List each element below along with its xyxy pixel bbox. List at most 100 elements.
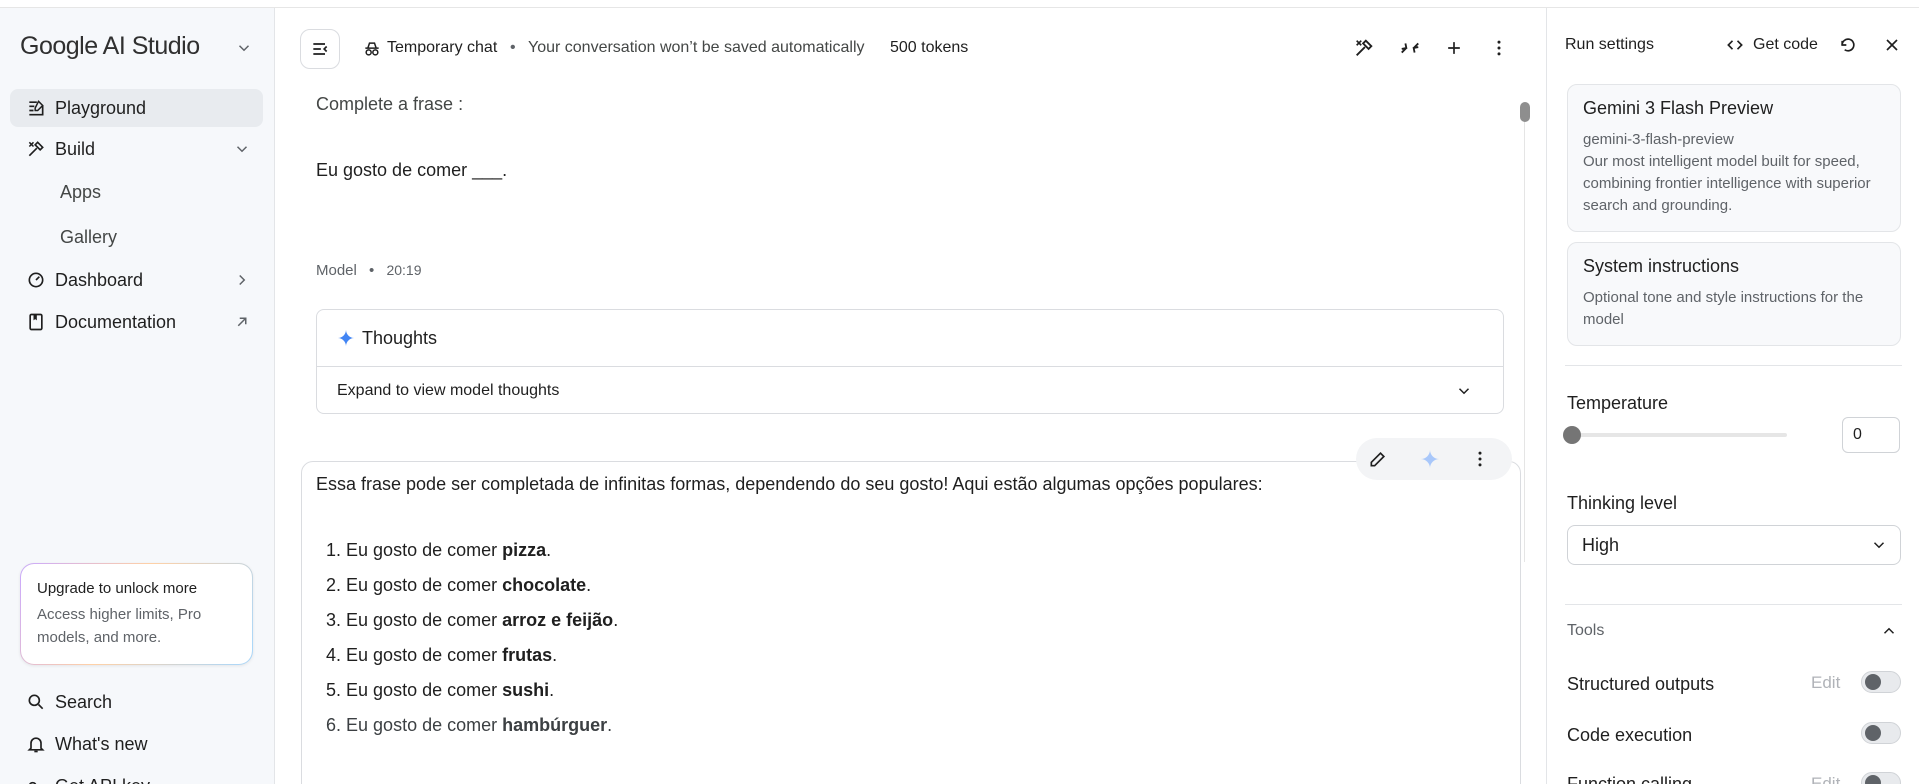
- separator-dot: •: [510, 39, 516, 56]
- chat-toolbar: Temporary chat • Your conversation won’t…: [276, 8, 1546, 88]
- sidebar-item-label: Playground: [55, 97, 147, 118]
- model-selector-card[interactable]: Gemini 3 Flash Preview gemini-3-flash-pr…: [1567, 84, 1901, 232]
- chevron-down-icon[interactable]: [1455, 382, 1473, 400]
- list-item: 5. Eu gosto de comer sushi.: [326, 680, 555, 700]
- user-message-line2: Eu gosto de comer ___.: [316, 160, 508, 180]
- model-name: Gemini 3 Flash Preview: [1583, 98, 1774, 118]
- brand-title: Google AI Studio: [20, 32, 200, 60]
- sidebar-item-dashboard[interactable]: Dashboard: [10, 261, 263, 299]
- upgrade-title: Upgrade to unlock more: [37, 580, 198, 597]
- build-icon: [26, 139, 46, 159]
- divider: [1565, 604, 1902, 605]
- code-execution-label: Code execution: [1567, 725, 1693, 745]
- chat-type-label: Temporary chat: [387, 39, 498, 56]
- response-actions: [1356, 438, 1512, 480]
- function-calling-toggle[interactable]: [1861, 772, 1901, 784]
- sidebar-item-label: Dashboard: [55, 269, 144, 290]
- tools-label: Tools: [1567, 622, 1605, 639]
- sidebar-item-playground[interactable]: Playground: [10, 89, 263, 127]
- function-calling-edit[interactable]: Edit: [1811, 774, 1840, 784]
- compress-icon[interactable]: [1390, 28, 1430, 68]
- sidebar-item-build[interactable]: Build: [10, 130, 263, 168]
- sidebar-item-whats-new[interactable]: What's new: [10, 725, 263, 763]
- system-instructions-title: System instructions: [1583, 256, 1740, 276]
- chevron-up-icon[interactable]: [1880, 622, 1898, 640]
- thinking-level-select[interactable]: High: [1567, 525, 1901, 565]
- more-vert-icon[interactable]: [1470, 449, 1490, 469]
- divider: [1565, 365, 1902, 366]
- temperature-slider[interactable]: [1567, 433, 1787, 437]
- playground-icon: [26, 98, 46, 118]
- sidebar-item-documentation[interactable]: Documentation: [10, 303, 263, 341]
- sidebar-item-label: Search: [55, 691, 113, 712]
- thoughts-panel[interactable]: Thoughts Expand to view model thoughts: [316, 309, 1504, 414]
- list-item: 6. Eu gosto de comer hambúrguer.: [326, 715, 613, 735]
- sparkle-icon[interactable]: [1420, 449, 1440, 469]
- compare-mode-button[interactable]: [1344, 28, 1384, 68]
- run-settings-title: Run settings: [1565, 36, 1654, 53]
- sidebar-item-label: What's new: [55, 733, 148, 754]
- get-code-button[interactable]: Get code: [1725, 35, 1818, 55]
- sidebar-item-gallery[interactable]: Gallery: [60, 227, 117, 248]
- reset-settings-icon[interactable]: [1838, 35, 1858, 55]
- chevron-down-icon: [1870, 536, 1888, 554]
- sidebar-item-label: Build: [55, 138, 96, 159]
- thoughts-title: Thoughts: [362, 328, 438, 348]
- window-top-edge: [0, 0, 1919, 8]
- scrollbar-track: [1524, 122, 1525, 562]
- new-chat-button[interactable]: [1434, 28, 1474, 68]
- close-icon[interactable]: [1882, 35, 1902, 55]
- model-id: gemini-3-flash-preview: [1583, 131, 1734, 148]
- structured-outputs-edit[interactable]: Edit: [1811, 673, 1840, 693]
- model-description: Our most intelligent model built for spe…: [1583, 153, 1871, 214]
- temperature-input[interactable]: 0: [1842, 417, 1900, 453]
- edit-icon[interactable]: [1368, 449, 1388, 469]
- structured-outputs-label: Structured outputs: [1567, 674, 1715, 694]
- chevron-down-icon[interactable]: [235, 39, 253, 57]
- more-vert-icon[interactable]: [1479, 28, 1519, 68]
- sidebar-item-search[interactable]: Search: [10, 683, 263, 721]
- thinking-level-label: Thinking level: [1567, 493, 1678, 513]
- chevron-down-icon: [233, 140, 251, 158]
- token-count: 500 tokens: [890, 39, 969, 56]
- upgrade-card[interactable]: Upgrade to unlock more Access higher lim…: [20, 563, 253, 665]
- key-icon: [26, 776, 46, 784]
- list-item: 4. Eu gosto de comer frutas.: [326, 645, 558, 665]
- function-calling-label: Function calling: [1567, 774, 1693, 784]
- chevron-right-icon: [233, 271, 251, 289]
- model-label: Model: [316, 262, 357, 279]
- list-item: 2. Eu gosto de comer chocolate.: [326, 575, 592, 595]
- dashboard-icon: [26, 270, 46, 290]
- chat-note: Your conversation won’t be saved automat…: [528, 39, 865, 56]
- external-link-icon: [233, 313, 251, 331]
- temperature-label: Temperature: [1567, 393, 1669, 413]
- thoughts-expand-label: Expand to view model thoughts: [337, 382, 560, 399]
- sidebar-item-label: Get API key: [55, 776, 150, 784]
- response-intro: Essa frase pode ser completada de infini…: [316, 474, 1263, 494]
- search-icon: [26, 692, 46, 712]
- sparkle-icon: [337, 329, 355, 347]
- thoughts-header: Thoughts: [317, 310, 1503, 367]
- scrollbar-thumb[interactable]: [1520, 102, 1530, 122]
- sidebar-item-label: Documentation: [55, 311, 177, 332]
- toggle-sidebar-button[interactable]: [300, 29, 340, 69]
- model-time: 20:19: [386, 262, 422, 278]
- incognito-icon: [362, 39, 382, 59]
- system-instructions-desc: Optional tone and style instructions for…: [1583, 289, 1864, 328]
- temperature-slider-handle[interactable]: [1563, 426, 1581, 444]
- code-execution-toggle[interactable]: [1861, 722, 1901, 744]
- book-icon: [26, 312, 46, 332]
- sidebar: Google AI Studio Playground Build Apps G…: [0, 8, 275, 784]
- model-meta: Model • 20:19: [316, 262, 422, 279]
- system-instructions-card[interactable]: System instructions Optional tone and st…: [1567, 242, 1901, 346]
- list-item: 1. Eu gosto de comer pizza.: [326, 540, 552, 560]
- upgrade-text: Access higher limits, Pro models, and mo…: [37, 606, 202, 646]
- code-icon: [1725, 35, 1745, 55]
- run-settings-panel: Run settings Get code Gemini 3 Flash Pre…: [1546, 8, 1919, 784]
- bell-icon: [26, 734, 46, 754]
- thinking-level-value: High: [1582, 535, 1620, 555]
- sidebar-item-get-api-key[interactable]: Get API key: [10, 767, 263, 784]
- list-item: 3. Eu gosto de comer arroz e feijão.: [326, 610, 619, 630]
- structured-outputs-toggle[interactable]: [1861, 671, 1901, 693]
- sidebar-item-apps[interactable]: Apps: [60, 182, 101, 203]
